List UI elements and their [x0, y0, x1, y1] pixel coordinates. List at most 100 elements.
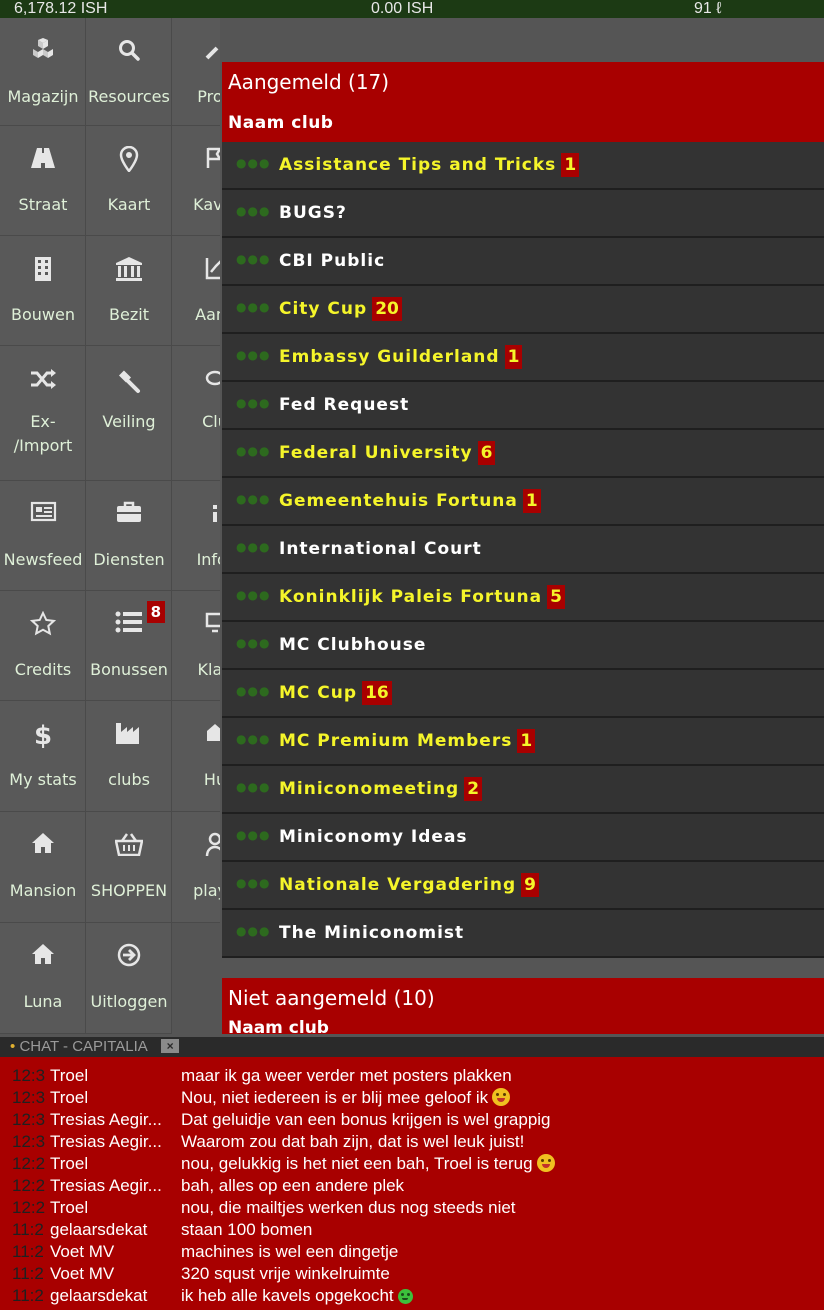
club-name[interactable]: MC Cup 16 [279, 670, 392, 716]
menu-tile-my-stats[interactable]: $ My stats [0, 701, 86, 812]
club-row[interactable]: ●●● Assistance Tips and Tricks 1 [222, 142, 824, 190]
menu-tile-clubs[interactable]: clubs [86, 701, 172, 812]
club-row[interactable]: ●●● City Cup 20 [222, 286, 824, 334]
message-time: 11:2 [12, 1242, 44, 1261]
club-name[interactable]: Miniconomy Ideas [279, 814, 468, 860]
club-row[interactable]: ●●● Embassy Guilderland 1 [222, 334, 824, 382]
status-dots-icon: ●●● [236, 732, 271, 746]
briefcase-icon [86, 501, 171, 527]
club-name[interactable]: MC Clubhouse [279, 622, 426, 668]
club-row[interactable]: ●●● International Court [222, 526, 824, 574]
club-row[interactable]: ●●● Koninklijk Paleis Fortuna 5 [222, 574, 824, 622]
club-name[interactable]: City Cup 20 [279, 286, 402, 332]
club-row[interactable]: ●●● BUGS? [222, 190, 824, 238]
close-icon[interactable]: × [161, 1039, 180, 1053]
message-author[interactable]: Tresias Aegir... [50, 1109, 176, 1131]
club-name[interactable]: Miniconomeeting 2 [279, 766, 483, 812]
message-author[interactable]: gelaarsdekat [50, 1285, 176, 1307]
club-name[interactable]: CBI Public [279, 238, 385, 284]
club-name-text: Assistance Tips and Tricks [279, 155, 557, 175]
club-row[interactable]: ●●● Nationale Vergadering 9 [222, 862, 824, 910]
chat-message: 11:2 Voet MV machines is wel een dingetje [0, 1241, 824, 1263]
menu-tile-infor[interactable]: Infor [172, 481, 220, 591]
club-name[interactable]: Federal University 6 [279, 430, 496, 476]
club-name[interactable]: International Court [279, 526, 482, 572]
menu-tile-bezit[interactable]: Bezit [86, 236, 172, 346]
message-time: 12:3 [12, 1110, 46, 1129]
online-dot-icon: • [10, 1038, 16, 1055]
club-name[interactable]: Fed Request [279, 382, 409, 428]
pending-amount-display: 0.00 ISH [371, 0, 434, 17]
menu-tile-label: Prod [197, 87, 220, 106]
menu-tile-bouwen[interactable]: Bouwen [0, 236, 86, 346]
status-dots-icon: ●●● [236, 636, 271, 650]
menu-tile-magazijn[interactable]: Magazijn [0, 18, 86, 126]
club-row[interactable]: ●●● MC Premium Members 1 [222, 718, 824, 766]
club-name[interactable]: The Miniconomist [279, 910, 464, 956]
club-name[interactable]: Gemeentehuis Fortuna 1 [279, 478, 541, 524]
menu-tile-klad[interactable]: Klad [172, 591, 220, 701]
status-dots-icon: ●●● [236, 876, 271, 890]
status-dots-icon: ●●● [236, 492, 271, 506]
liter-display: 91 ℓ [694, 0, 722, 17]
message-text: Waarom zou dat bah zijn, dat is wel leuk… [181, 1132, 525, 1151]
message-author[interactable]: Voet MV [50, 1241, 176, 1263]
club-row[interactable]: ●●● Fed Request [222, 382, 824, 430]
club-name[interactable]: MC Premium Members 1 [279, 718, 536, 764]
menu-tile-kavel[interactable]: Kavel [172, 126, 220, 236]
menu-tile-diensten[interactable]: Diensten [86, 481, 172, 591]
message-author[interactable]: Tresias Aegir... [50, 1175, 176, 1197]
club-row[interactable]: ●●● CBI Public [222, 238, 824, 286]
club-row[interactable]: ●●● Miniconomy Ideas [222, 814, 824, 862]
club-row[interactable]: ●●● MC Cup 16 [222, 670, 824, 718]
club-name-text: City Cup [279, 299, 368, 319]
menu-tile-hu[interactable]: Hu [172, 701, 220, 812]
main-menu-grid: Magazijn Resources Prod Straat Kaart Kavel Bou… [0, 18, 220, 1034]
message-author[interactable]: Voet MV [50, 1263, 176, 1285]
menu-tile-aanc[interactable]: Aanc [172, 236, 220, 346]
menu-tile-label: Kavel [193, 195, 220, 214]
message-author[interactable]: Troel [50, 1153, 176, 1175]
menu-tile-straat[interactable]: Straat [0, 126, 86, 236]
home-icon [0, 943, 85, 969]
menu-tile-resources[interactable]: Resources [86, 18, 172, 126]
club-name[interactable]: BUGS? [279, 190, 347, 236]
menu-tile-label: Mansion [9, 881, 77, 900]
club-name[interactable]: Nationale Vergadering 9 [279, 862, 539, 908]
menu-tile-veiling[interactable]: Veiling [86, 346, 172, 481]
club-row[interactable]: ●●● The Miniconomist [222, 910, 824, 958]
menu-tile-prod[interactable]: Prod [172, 18, 220, 126]
club-row[interactable]: ●●● Gemeentehuis Fortuna 1 [222, 478, 824, 526]
message-author[interactable]: Tresias Aegir... [50, 1131, 176, 1153]
menu-tile-label: Hu [203, 770, 220, 789]
menu-tile-playe[interactable]: playe [172, 812, 220, 923]
club-row[interactable]: ●●● Federal University 6 [222, 430, 824, 478]
message-text-wrap: 320 squst vrije winkelruimte [181, 1263, 390, 1285]
message-author[interactable]: Troel [50, 1087, 176, 1109]
menu-tile-luna[interactable]: Luna [0, 923, 86, 1034]
message-time: 11:2 [12, 1220, 44, 1239]
menu-tile-shoppen[interactable]: SHOPPEN [86, 812, 172, 923]
menu-tile-kaart[interactable]: Kaart [86, 126, 172, 236]
menu-tile-credits[interactable]: Credits [0, 591, 86, 701]
not-signed-in-section-title[interactable]: Niet aangemeld (10) [222, 978, 824, 1018]
chat-header: • CHAT - CAPITALIA × [0, 1037, 824, 1057]
message-author[interactable]: Troel [50, 1197, 176, 1219]
message-author[interactable]: Troel [50, 1065, 176, 1087]
menu-tile-bonussen[interactable]: Bonussen 8 [86, 591, 172, 701]
message-author[interactable]: gelaarsdekat [50, 1219, 176, 1241]
menu-tile-uitloggen[interactable]: Uitloggen [86, 923, 172, 1034]
club-row[interactable]: ●●● Miniconomeeting 2 [222, 766, 824, 814]
status-dots-icon: ●●● [236, 540, 271, 554]
club-name[interactable]: Assistance Tips and Tricks 1 [279, 142, 580, 188]
menu-tile-mansion[interactable]: Mansion [0, 812, 86, 923]
menu-tile-newsfeed[interactable]: Newsfeed [0, 481, 86, 591]
club-name[interactable]: Embassy Guilderland 1 [279, 334, 523, 380]
club-name[interactable]: Koninklijk Paleis Fortuna 5 [279, 574, 565, 620]
chat-messages: 12:3 Troel maar ik ga weer verder met post… [0, 1057, 824, 1307]
home-icon [0, 832, 85, 858]
menu-tile-clu[interactable]: Clu [172, 346, 220, 481]
club-row[interactable]: ●●● MC Clubhouse [222, 622, 824, 670]
club-name-text: The Miniconomist [279, 923, 465, 943]
menu-tile-ex[interactable]: Ex- /Import [0, 346, 86, 481]
